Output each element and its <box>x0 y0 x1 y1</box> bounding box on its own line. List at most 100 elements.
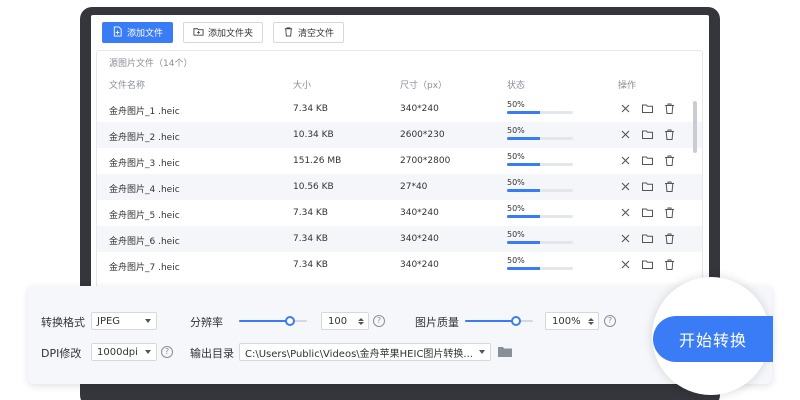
file-size: 10.34 KB <box>293 130 334 140</box>
progress: 50% <box>507 99 573 114</box>
progress-fill <box>507 163 540 166</box>
folder-icon[interactable] <box>641 154 654 167</box>
folder-icon[interactable] <box>497 345 513 359</box>
file-list-panel: 源图片文件（14个） 文件名称 大小 尺寸（px） 状态 操作 金舟图片_1 .… <box>96 50 703 295</box>
add-file-button[interactable]: 添加文件 <box>102 22 174 43</box>
row-actions <box>619 180 676 193</box>
progress: 50% <box>507 255 573 270</box>
file-size: 7.34 KB <box>293 234 328 244</box>
file-size: 7.34 KB <box>293 260 328 270</box>
table-row[interactable]: 金舟图片_5 .heic 7.34 KB 340*240 50% <box>97 200 702 226</box>
trash-icon[interactable] <box>663 180 676 193</box>
table-row[interactable]: 金舟图片_3 .heic 151.26 MB 2700*2800 50% <box>97 148 702 174</box>
table-header: 文件名称 大小 尺寸（px） 状态 操作 <box>97 73 702 95</box>
row-actions <box>619 232 676 245</box>
close-icon[interactable] <box>619 180 632 193</box>
progress: 50% <box>507 203 573 218</box>
quality-value: 100% <box>552 315 581 327</box>
add-file-icon <box>112 25 123 40</box>
stepper-arrows-icon[interactable] <box>588 317 594 325</box>
trash-icon[interactable] <box>663 206 676 219</box>
trash-icon[interactable] <box>663 232 676 245</box>
close-icon[interactable] <box>619 154 632 167</box>
progress: 50% <box>507 229 573 244</box>
table-row[interactable]: 金舟图片_4 .heic 10.56 KB 27*40 50% <box>97 174 702 200</box>
folder-icon[interactable] <box>641 180 654 193</box>
progress-fill <box>507 215 540 218</box>
table-row[interactable]: 金舟图片_6 .heic 7.34 KB 340*240 50% <box>97 226 702 252</box>
format-label: 转换格式 <box>41 316 85 329</box>
close-icon[interactable] <box>619 102 632 115</box>
folder-icon[interactable] <box>641 232 654 245</box>
slider-knob[interactable] <box>285 316 295 326</box>
progress-percent: 50% <box>507 126 525 135</box>
app-window: 添加文件 添加文件夹 清空文件 源图片文件（14个） 文件名称 大小 尺寸（px… <box>91 15 709 295</box>
folder-icon[interactable] <box>641 128 654 141</box>
file-size: 7.34 KB <box>293 208 328 218</box>
slider-fill <box>239 320 290 322</box>
file-name: 金舟图片_6 .heic <box>109 237 180 247</box>
quality-label: 图片质量 <box>415 316 459 329</box>
add-file-label: 添加文件 <box>127 29 164 39</box>
folder-icon[interactable] <box>641 206 654 219</box>
row-actions <box>619 128 676 141</box>
clear-files-button[interactable]: 清空文件 <box>273 22 345 43</box>
clear-files-label: 清空文件 <box>298 29 335 39</box>
progress-track <box>507 267 573 270</box>
resolution-stepper[interactable]: 100 <box>321 312 369 330</box>
chevron-down-icon <box>145 350 151 354</box>
file-dimensions: 2700*2800 <box>400 156 451 166</box>
resolution-slider[interactable] <box>239 315 307 327</box>
quality-slider[interactable] <box>465 315 533 327</box>
resolution-value: 100 <box>328 315 348 327</box>
close-icon[interactable] <box>619 206 632 219</box>
trash-icon <box>283 26 294 40</box>
panel-title: 源图片文件（14个） <box>109 59 193 69</box>
close-icon[interactable] <box>619 258 632 271</box>
dpi-select[interactable]: 1000dpi <box>91 343 157 361</box>
table-row[interactable]: 金舟图片_2 .heic 10.34 KB 2600*230 50% <box>97 122 702 148</box>
progress-fill <box>507 111 540 114</box>
start-convert-button[interactable]: 开始转换 <box>653 316 773 362</box>
file-name: 金舟图片_1 .heic <box>109 107 180 117</box>
slider-knob[interactable] <box>511 316 521 326</box>
format-select[interactable]: JPEG <box>91 312 157 330</box>
help-icon[interactable]: ? <box>373 315 385 327</box>
column-dimensions: 尺寸（px） <box>400 80 448 91</box>
table-row[interactable]: 金舟图片_1 .heic 7.34 KB 340*240 50% <box>97 96 702 122</box>
file-dimensions: 2600*230 <box>400 130 445 140</box>
close-icon[interactable] <box>619 128 632 141</box>
row-actions <box>619 206 676 219</box>
trash-icon[interactable] <box>663 258 676 271</box>
help-icon[interactable]: ? <box>161 346 173 358</box>
file-rows: 金舟图片_1 .heic 7.34 KB 340*240 50% 金舟图片_2 … <box>97 96 702 278</box>
scrollbar[interactable] <box>693 101 697 153</box>
progress-track <box>507 215 573 218</box>
progress-fill <box>507 267 540 270</box>
progress-percent: 50% <box>507 256 525 265</box>
trash-icon[interactable] <box>663 128 676 141</box>
help-icon[interactable]: ? <box>604 315 616 327</box>
add-folder-label: 添加文件夹 <box>208 29 254 39</box>
progress: 50% <box>507 177 573 192</box>
trash-icon[interactable] <box>663 102 676 115</box>
column-status: 状态 <box>507 80 526 91</box>
file-name: 金舟图片_5 .heic <box>109 211 180 221</box>
progress-track <box>507 163 573 166</box>
progress-percent: 50% <box>507 100 525 109</box>
file-name: 金舟图片_3 .heic <box>109 159 180 169</box>
file-name: 金舟图片_4 .heic <box>109 185 180 195</box>
stepper-arrows-icon[interactable] <box>358 317 364 325</box>
close-icon[interactable] <box>619 232 632 245</box>
output-path-field[interactable]: C:\Users\Public\Videos\金舟苹果HEIC图片转换... <box>239 343 491 361</box>
progress-percent: 50% <box>507 204 525 213</box>
trash-icon[interactable] <box>663 154 676 167</box>
table-row[interactable]: 金舟图片_7 .heic 7.34 KB 340*240 50% <box>97 252 702 278</box>
folder-icon[interactable] <box>641 258 654 271</box>
resolution-label: 分辨率 <box>190 316 223 329</box>
add-folder-icon <box>193 26 204 40</box>
file-name: 金舟图片_7 .heic <box>109 263 180 273</box>
folder-icon[interactable] <box>641 102 654 115</box>
quality-stepper[interactable]: 100% <box>545 312 599 330</box>
add-folder-button[interactable]: 添加文件夹 <box>183 22 264 43</box>
